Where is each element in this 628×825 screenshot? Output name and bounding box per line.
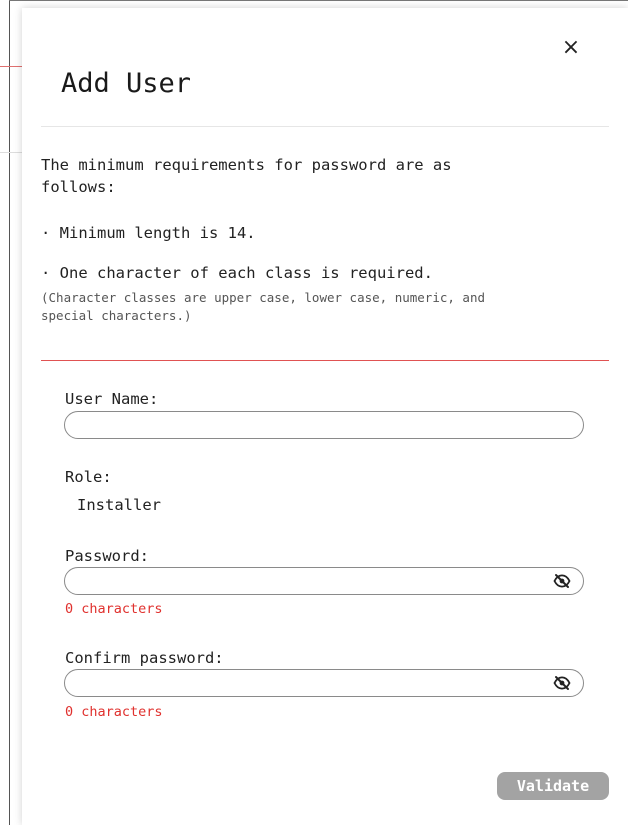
role-label: Role: (65, 468, 112, 486)
close-icon: × (561, 35, 581, 60)
requirement-char-classes: · One character of each class is require… (41, 264, 433, 282)
validate-button[interactable]: Validate (497, 772, 609, 800)
eye-slash-icon[interactable] (553, 675, 571, 691)
password-char-count: 0 characters (65, 601, 163, 617)
requirements-intro-line2: follows: (41, 178, 116, 196)
confirm-password-label: Confirm password: (65, 649, 224, 667)
dialog-title: Add User (61, 68, 192, 99)
requirements-intro-line1: The minimum requirements for password ar… (41, 156, 452, 174)
confirm-password-char-count: 0 characters (65, 704, 163, 720)
eye-slash-icon[interactable] (553, 573, 571, 589)
password-label: Password: (65, 547, 149, 565)
password-input[interactable] (75, 571, 539, 593)
requirement-note-line2: special characters.) (41, 308, 192, 323)
username-field[interactable] (64, 411, 584, 439)
password-field[interactable] (64, 567, 584, 595)
window-border-left (9, 0, 10, 825)
requirement-min-length: · Minimum length is 14. (41, 224, 256, 242)
confirm-password-input[interactable] (75, 673, 539, 695)
close-button[interactable]: × (561, 35, 581, 60)
title-divider (41, 126, 609, 127)
window-border-top (9, 0, 628, 1)
username-input[interactable] (75, 415, 539, 437)
username-label: User Name: (65, 390, 159, 408)
background-divider-red (0, 66, 22, 67)
confirm-password-field[interactable] (64, 669, 584, 697)
requirements-divider (41, 360, 609, 361)
background-divider-gray (0, 152, 22, 153)
requirement-note-line1: (Character classes are upper case, lower… (41, 290, 486, 305)
role-value: Installer (77, 496, 161, 514)
